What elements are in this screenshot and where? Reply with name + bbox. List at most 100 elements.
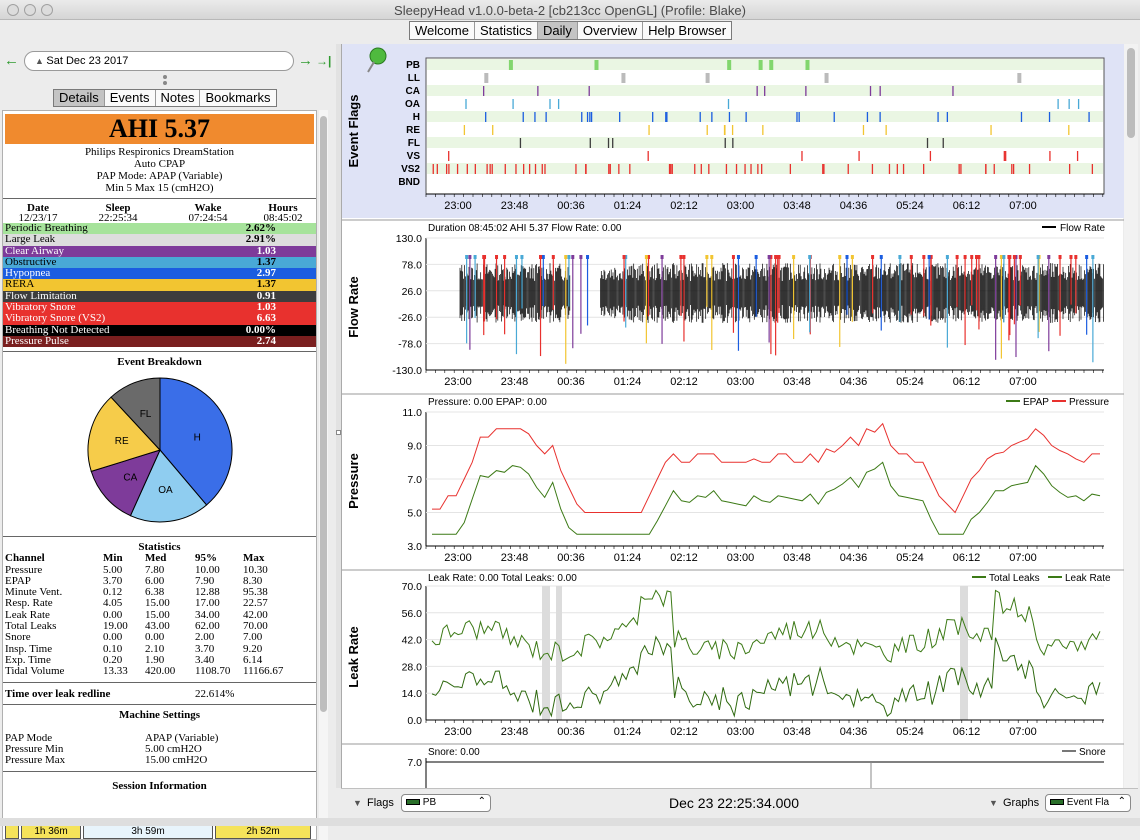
flag-mark: [621, 73, 626, 83]
event-index-table: Periodic Breathing 2.62% Large Leak 2.91% Cl…: [3, 222, 316, 348]
flags-dropdown[interactable]: PB ⌃: [401, 794, 491, 812]
report-scrollbar[interactable]: [319, 110, 328, 840]
y-tick-label: 3.0: [407, 541, 422, 553]
splitter-handle-icon[interactable]: [163, 75, 167, 87]
flag-mark: [528, 164, 531, 174]
flow-event-marker: [994, 255, 998, 259]
bottom-bar: ▼ Flags PB ⌃ Dec 23 22:25:34.000 ▼ Graph…: [341, 788, 1138, 818]
tab-welcome[interactable]: Welcome: [410, 22, 475, 39]
x-tick-label: 02:12: [670, 726, 698, 738]
leak-redline-label: Time over leak redline: [5, 687, 111, 700]
x-tick-label: 01:24: [614, 200, 642, 212]
flag-mark: [512, 99, 514, 109]
y-tick-label: 130.0: [396, 233, 422, 245]
cursor-datetime: Dec 23 22:25:34.000: [669, 795, 799, 811]
flag-mark: [608, 164, 610, 174]
x-tick-label: 00:36: [557, 726, 585, 738]
date-picker[interactable]: ▲ Sat Dec 23 2017: [24, 51, 294, 71]
stats-header-cell: Max: [243, 552, 265, 565]
flow-event-marker: [586, 255, 590, 259]
event-name: Pressure Pulse: [5, 334, 69, 347]
event-row[interactable]: Large Leak 2.91%: [3, 233, 316, 246]
status-bar: [0, 818, 1140, 826]
divider: [3, 198, 316, 199]
prev-day-arrow-icon[interactable]: ←: [4, 52, 19, 69]
x-tick-label: 07:00: [1009, 726, 1037, 738]
pin-icon[interactable]: [369, 47, 387, 65]
stats-cell: 7.00: [243, 631, 263, 644]
x-tick-label: 23:48: [501, 726, 529, 738]
flag-mark: [545, 112, 547, 122]
graph-scroll-thumb[interactable]: [1127, 48, 1135, 138]
flag-mark: [523, 164, 525, 174]
flag-mark: [590, 112, 593, 122]
subtab-bookmarks[interactable]: Bookmarks: [200, 90, 275, 106]
flag-mark: [705, 73, 710, 83]
y-tick-label: 7.0: [407, 757, 422, 769]
flag-mark: [822, 164, 824, 174]
next-day-arrow-icon[interactable]: →: [298, 52, 313, 69]
pie-label: FL: [139, 409, 151, 420]
pressure-header: Pressure: 0.00 EPAP: 0.00: [428, 397, 547, 408]
event-row[interactable]: Pressure Pulse 2.74: [3, 334, 316, 348]
flow-event-marker: [710, 255, 714, 259]
flag-mark: [618, 164, 620, 174]
flow-event-marker: [850, 255, 854, 259]
flow-event-marker: [1018, 255, 1022, 259]
x-tick-label: 23:48: [501, 552, 529, 564]
flag-row-label: RE: [406, 125, 420, 136]
x-tick-label: 05:24: [896, 552, 924, 564]
graph-title: Pressure: [346, 453, 361, 509]
flag-mark: [463, 125, 466, 135]
subtab-events[interactable]: Events: [105, 90, 156, 106]
x-tick-label: 03:00: [727, 200, 755, 212]
session-block[interactable]: 3h 59m: [83, 825, 213, 839]
flag-mark: [1012, 164, 1015, 174]
session-block[interactable]: 2h 52m: [215, 825, 311, 839]
flag-mark: [706, 125, 708, 135]
flag-mark: [448, 151, 450, 161]
flag-mark: [652, 112, 654, 122]
title-bar: SleepyHead v1.0.0-beta-2 [cb213cc OpenGL…: [0, 0, 1140, 20]
divider: [3, 681, 316, 683]
subtab-notes[interactable]: Notes: [156, 90, 201, 106]
tab-help-browser[interactable]: Help Browser: [643, 22, 731, 39]
flag-mark: [474, 164, 476, 174]
graphs-dropdown[interactable]: Event Fla ⌃: [1045, 794, 1131, 812]
flow-event-marker: [1002, 255, 1006, 259]
report-scroll-thumb[interactable]: [320, 116, 327, 712]
flag-mark: [952, 86, 954, 96]
flag-mark: [504, 164, 506, 174]
epap-line: [432, 461, 1101, 535]
flag-mark: [923, 164, 925, 174]
x-tick-label: 04:36: [840, 552, 868, 564]
tab-daily[interactable]: Daily: [537, 22, 578, 39]
flag-row-label: CA: [406, 86, 420, 97]
subtab-details[interactable]: Details: [54, 90, 105, 106]
x-tick-label: 00:36: [557, 552, 585, 564]
large-leak-band: [960, 586, 968, 720]
y-tick-label: 56.0: [402, 608, 423, 620]
flow-event-marker: [871, 255, 875, 259]
tab-statistics[interactable]: Statistics: [475, 22, 538, 39]
flow-event-marker: [767, 255, 771, 259]
x-tick-label: 06:12: [953, 200, 981, 212]
flow-event-marker: [564, 255, 568, 259]
calendar-up-icon: ▲: [35, 56, 47, 66]
leak-rate-legend: Leak Rate: [1065, 573, 1111, 584]
flow-event-marker: [465, 255, 469, 259]
flow-event-marker: [754, 255, 758, 259]
flag-mark: [1049, 151, 1051, 161]
flow-event-marker: [909, 255, 913, 259]
flag-mark: [1068, 164, 1071, 174]
machine-info: Philips Respironics DreamStation Auto CP…: [3, 146, 316, 194]
tab-overview[interactable]: Overview: [578, 22, 644, 39]
graph-scrollbar[interactable]: [1124, 44, 1138, 788]
x-tick-label: 06:12: [953, 552, 981, 564]
event-row[interactable]: Vibratory Snore (VS2) 6.63: [3, 313, 316, 325]
last-day-arrow-icon[interactable]: →|: [316, 54, 331, 68]
session-block[interactable]: 1h 36m: [21, 825, 81, 839]
flag-mark: [588, 86, 590, 96]
flags-disclosure-icon[interactable]: ▼: [353, 798, 362, 808]
graphs-disclosure-icon[interactable]: ▼: [989, 798, 998, 808]
